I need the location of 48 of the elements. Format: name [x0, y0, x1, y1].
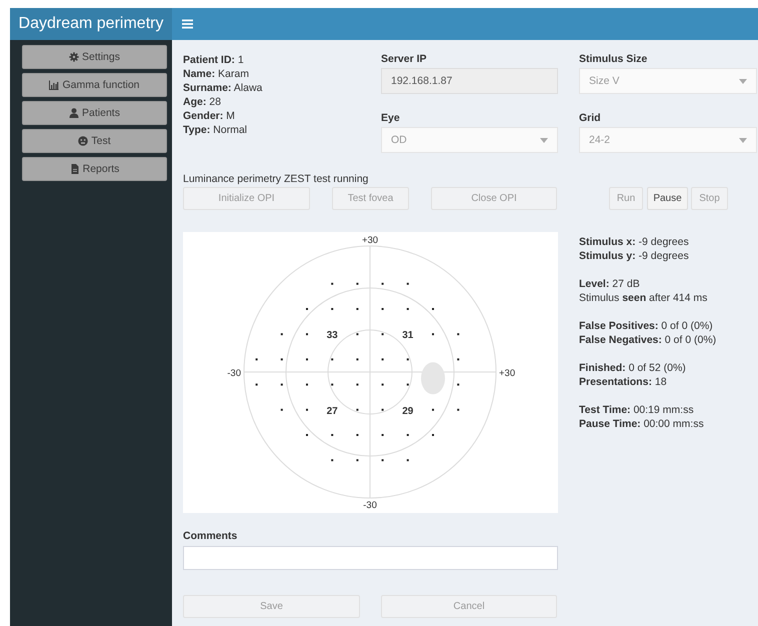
threshold-value: 33	[326, 330, 338, 342]
field-label: Stimulus Size	[579, 52, 648, 66]
app-title: Daydream perimetry	[10, 8, 172, 40]
gear-icon	[69, 52, 80, 62]
patient-detail: Type: Normal	[183, 123, 248, 137]
comments-field[interactable]	[183, 546, 558, 570]
axis-label: +30	[499, 368, 516, 379]
patient-detail: Patient ID: 1	[183, 53, 245, 67]
bar-chart-icon	[49, 80, 60, 90]
stat-line: False Positives: 0 of 0 (0%)	[579, 319, 714, 333]
stat-line: Presentations: 18	[579, 375, 668, 389]
user-icon	[69, 108, 80, 118]
stat-line: Pause Time: 00:00 mm:ss	[579, 417, 705, 431]
status-text: Luminance perimetry ZEST test running	[183, 173, 370, 185]
menu-icon[interactable]	[182, 19, 193, 29]
field-label: Eye	[381, 111, 401, 125]
patient-detail: Age: 28	[183, 95, 222, 109]
stat-line: Level: 27 dB	[579, 277, 641, 291]
patient-detail: Gender: M	[183, 109, 236, 123]
threshold-value: 29	[402, 406, 414, 417]
button[interactable]: Pause	[647, 187, 688, 210]
sidebar-button[interactable]: Test	[22, 129, 167, 153]
patient-detail: Surname: Alawa	[183, 81, 264, 95]
face-icon	[78, 136, 88, 146]
sidebar-button[interactable]: Settings	[22, 45, 167, 69]
blind-spot-marker	[421, 362, 445, 394]
file-icon	[70, 164, 80, 174]
threshold-value: 27	[326, 406, 338, 417]
caret-icon	[540, 138, 548, 142]
stat-line: Test Time: 00:19 mm:ss	[579, 403, 695, 417]
stat-line: False Negatives: 0 of 0 (0%)	[579, 333, 716, 347]
caret-icon	[739, 138, 747, 142]
sidebar-button[interactable]: Gamma function	[22, 73, 167, 97]
stat-line: Stimulus seen after 414 ms	[579, 291, 708, 305]
field-label: Comments	[183, 529, 238, 543]
stat-line: Stimulus x: -9 degrees	[579, 235, 690, 249]
field-label: Grid	[579, 111, 602, 125]
field-label: Server IP	[381, 52, 428, 66]
patient-detail: Name: Karam	[183, 67, 250, 81]
stat-line: Finished: 0 of 52 (0%)	[579, 361, 687, 375]
sidebar-button[interactable]: Reports	[22, 157, 167, 181]
axis-label: -30	[363, 500, 377, 511]
sidebar-button[interactable]: Patients	[22, 101, 167, 125]
axis-label: -30	[227, 368, 241, 379]
threshold-value: 31	[402, 330, 414, 342]
stat-line: Stimulus y: -9 degrees	[579, 249, 690, 263]
caret-icon	[739, 78, 747, 84]
axis-label: +30	[362, 235, 378, 246]
